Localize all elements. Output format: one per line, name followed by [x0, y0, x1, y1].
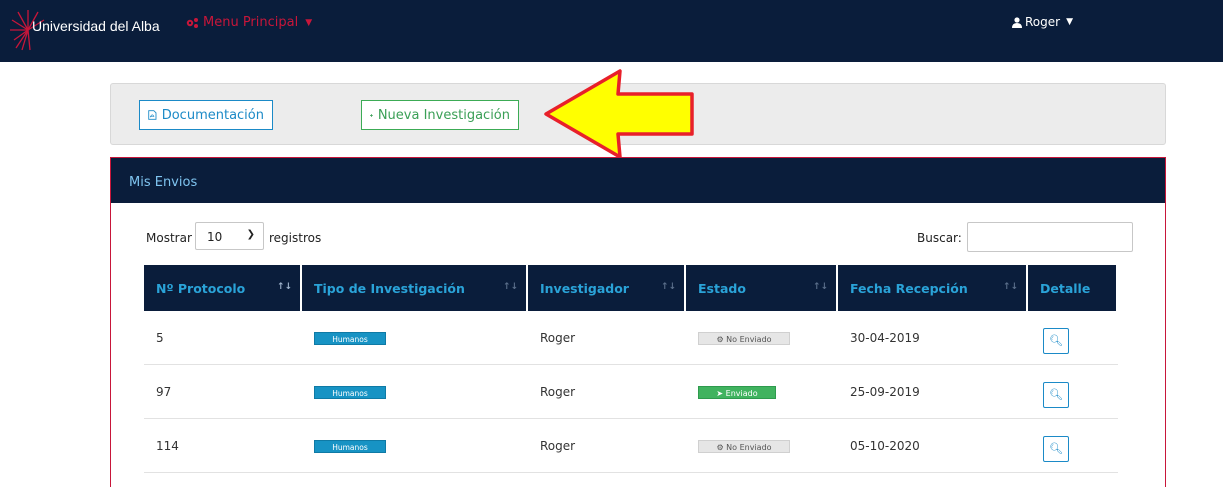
- status-label: No Enviado: [726, 334, 772, 344]
- date-cell: 25-09-2019: [838, 365, 1028, 419]
- table-controls: Mostrar 10 ❯ registros Buscar:: [146, 222, 1136, 252]
- entries-per-page-select[interactable]: 10 ❯: [195, 222, 264, 250]
- column-header-state[interactable]: Estado ↑↓: [686, 265, 838, 311]
- status-badge: ⚙ No Enviado: [698, 331, 790, 345]
- user-dropdown[interactable]: Roger ▼: [1012, 15, 1073, 29]
- entries-value: 10: [207, 230, 223, 244]
- detail-cell: 🔍︎: [1028, 311, 1118, 365]
- top-navbar: Universidad del Alba Menu Principal ▼ Ro…: [0, 0, 1223, 62]
- column-header-type[interactable]: Tipo de Investigación ↑↓: [302, 265, 528, 311]
- sort-icon: ↑↓: [660, 282, 676, 292]
- column-header-protocol[interactable]: Nº Protocolo ↑↓: [144, 265, 302, 311]
- state-cell: ➤ Enviado: [686, 365, 838, 419]
- type-badge: Humanos: [314, 385, 386, 399]
- chevron-down-icon: ▼: [305, 17, 313, 28]
- protocol-cell: 114: [144, 419, 302, 473]
- status-badge: ⚙ No Enviado: [698, 439, 790, 453]
- sort-icon: ↑↓: [502, 282, 518, 292]
- file-pdf-icon: [148, 110, 157, 120]
- view-detail-button[interactable]: 🔍︎: [1043, 435, 1069, 462]
- sort-icon: ↑↓: [812, 282, 828, 292]
- documentation-button[interactable]: Documentación: [139, 100, 273, 130]
- panel-title: Mis Envios: [111, 158, 1165, 203]
- main-menu-label: Menu Principal: [203, 15, 299, 30]
- status-label: Enviado: [725, 388, 758, 398]
- type-cell: Humanos: [302, 365, 528, 419]
- entries-suffix-label: registros: [269, 231, 322, 245]
- search-input[interactable]: [967, 222, 1133, 252]
- chevron-down-icon: ▼: [1066, 17, 1073, 27]
- view-detail-button[interactable]: 🔍︎: [1043, 327, 1069, 354]
- search-icon: 🔍︎: [1049, 334, 1063, 347]
- date-cell: 05-10-2020: [838, 419, 1028, 473]
- state-cell: ⚙ No Enviado: [686, 311, 838, 365]
- search-label: Buscar:: [917, 231, 962, 245]
- brand-name: Universidad del Alba: [32, 18, 160, 34]
- gears-icon: ⚙: [716, 442, 727, 452]
- search-icon: 🔍︎: [1049, 388, 1063, 401]
- highlight-arrow-annotation: [544, 69, 694, 159]
- submissions-table: Nº Protocolo ↑↓ Tipo de Investigación ↑↓ I…: [144, 265, 1118, 473]
- search-icon: 🔍︎: [1049, 442, 1063, 455]
- researcher-cell: Roger: [528, 311, 686, 365]
- column-header-date[interactable]: Fecha Recepción ↑↓: [838, 265, 1028, 311]
- user-name: Roger: [1025, 15, 1061, 29]
- column-header-label: Detalle: [1040, 280, 1091, 296]
- main-menu-dropdown[interactable]: Menu Principal ▼: [185, 15, 312, 30]
- column-header-detail: Detalle: [1028, 265, 1118, 311]
- table-row: 5 Humanos Roger ⚙ No Enviado 30-04-2019 …: [144, 311, 1118, 365]
- status-label: No Enviado: [726, 442, 772, 452]
- new-investigation-label: Nueva Investigación: [377, 107, 510, 123]
- researcher-cell: Roger: [528, 419, 686, 473]
- documentation-label: Documentación: [161, 107, 264, 123]
- gears-icon: ⚙: [716, 334, 727, 344]
- column-header-researcher[interactable]: Investigador ↑↓: [528, 265, 686, 311]
- sort-icon: ↑↓: [276, 282, 292, 292]
- status-badge: ➤ Enviado: [698, 385, 776, 399]
- gears-icon: [186, 17, 198, 28]
- table-row: 114 Humanos Roger ⚙ No Enviado 05-10-202…: [144, 419, 1118, 473]
- column-header-label: Investigador: [540, 280, 629, 296]
- protocol-cell: 97: [144, 365, 302, 419]
- type-badge: Humanos: [314, 439, 386, 453]
- brand-logo-link[interactable]: Universidad del Alba: [10, 8, 160, 52]
- plus-icon: [370, 113, 373, 117]
- chevron-down-icon: ❯: [246, 229, 255, 240]
- researcher-cell: Roger: [528, 365, 686, 419]
- state-cell: ⚙ No Enviado: [686, 419, 838, 473]
- submissions-panel: Mis Envios Mostrar 10 ❯ registros Buscar…: [110, 157, 1166, 487]
- new-investigation-button[interactable]: Nueva Investigación: [361, 100, 519, 130]
- date-cell: 30-04-2019: [838, 311, 1028, 365]
- type-badge: Humanos: [314, 331, 386, 345]
- show-entries-label: Mostrar: [146, 231, 192, 245]
- column-header-label: Nº Protocolo: [156, 280, 246, 296]
- view-detail-button[interactable]: 🔍︎: [1043, 381, 1069, 408]
- detail-cell: 🔍︎: [1028, 365, 1118, 419]
- user-icon: [1012, 16, 1022, 28]
- protocol-cell: 5: [144, 311, 302, 365]
- detail-cell: 🔍︎: [1028, 419, 1118, 473]
- sort-icon: ↑↓: [1002, 282, 1018, 292]
- type-cell: Humanos: [302, 419, 528, 473]
- table-header-row: Nº Protocolo ↑↓ Tipo de Investigación ↑↓ I…: [144, 265, 1118, 311]
- column-header-label: Fecha Recepción: [850, 280, 968, 296]
- column-header-label: Estado: [698, 280, 746, 296]
- table-row: 97 Humanos Roger ➤ Enviado 25-09-2019 🔍︎: [144, 365, 1118, 419]
- column-header-label: Tipo de Investigación: [314, 280, 465, 296]
- type-cell: Humanos: [302, 311, 528, 365]
- paper-plane-icon: ➤: [716, 388, 726, 398]
